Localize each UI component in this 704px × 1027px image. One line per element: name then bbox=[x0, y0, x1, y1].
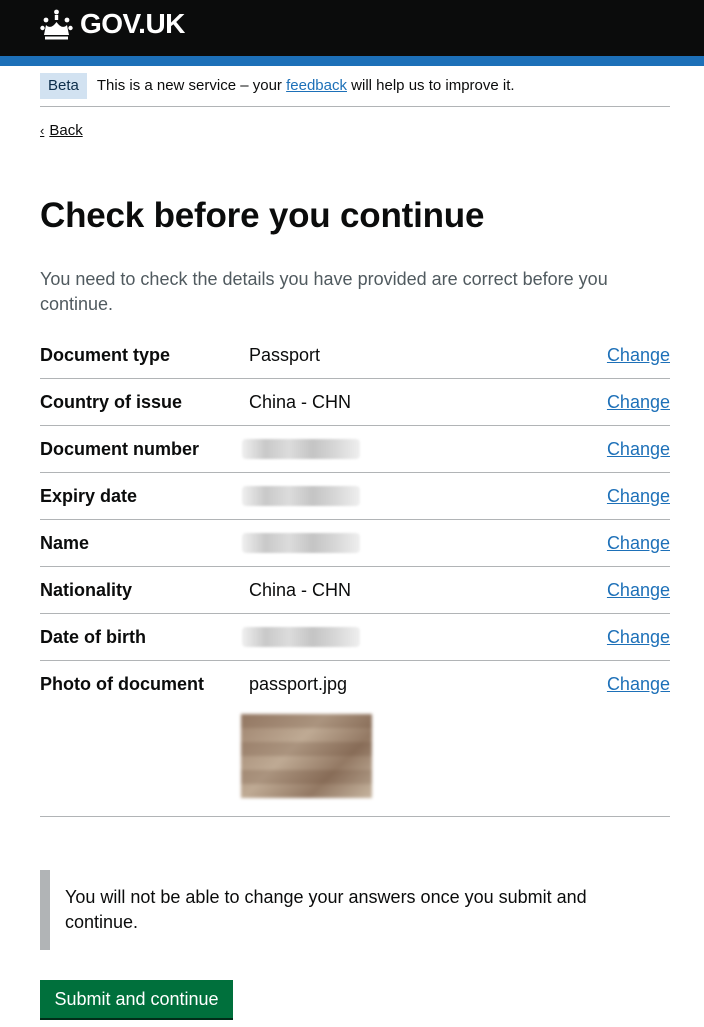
summary-row-document-type: Document type Passport Change bbox=[40, 332, 670, 379]
inset-text-content: You will not be able to change your answ… bbox=[65, 887, 587, 932]
row-value: China - CHN bbox=[249, 580, 352, 600]
row-value: passport.jpg bbox=[249, 674, 348, 694]
row-key: Document type bbox=[40, 345, 171, 365]
row-value: China - CHN bbox=[249, 392, 352, 412]
row-key: Nationality bbox=[40, 580, 133, 600]
summary-row-date-of-birth: Date of birth Change bbox=[40, 614, 670, 661]
intro-text: You need to check the details you have p… bbox=[40, 269, 608, 314]
change-nationality-link[interactable]: Change bbox=[607, 578, 670, 602]
summary-row-nationality: Nationality China - CHN Change bbox=[40, 567, 670, 614]
row-key: Expiry date bbox=[40, 486, 138, 506]
redacted-value bbox=[242, 486, 360, 506]
change-document-type-link[interactable]: Change bbox=[607, 343, 670, 367]
crown-icon bbox=[40, 9, 73, 40]
submit-and-continue-button[interactable]: Submit and continue bbox=[40, 980, 233, 1018]
header-accent-bar bbox=[0, 56, 704, 66]
row-key: Country of issue bbox=[40, 392, 183, 412]
change-country-of-issue-link[interactable]: Change bbox=[607, 390, 670, 414]
row-key: Document number bbox=[40, 439, 200, 459]
change-document-number-link[interactable]: Change bbox=[607, 437, 670, 461]
change-name-link[interactable]: Change bbox=[607, 531, 670, 555]
summary-row-name: Name Change bbox=[40, 520, 670, 567]
change-photo-link[interactable]: Change bbox=[607, 672, 670, 696]
govuk-logo[interactable]: GOV.UK bbox=[40, 7, 185, 41]
phase-banner: Beta This is a new service – your feedba… bbox=[40, 73, 670, 107]
page-title: Check before you continue bbox=[40, 196, 485, 235]
phase-text-after: will help us to improve it. bbox=[347, 77, 515, 94]
row-value: Passport bbox=[249, 345, 321, 365]
summary-row-expiry-date: Expiry date Change bbox=[40, 473, 670, 520]
summary-row-photo-of-document: Photo of document passport.jpg Change bbox=[40, 661, 670, 817]
chevron-left-icon: ‹ bbox=[40, 123, 45, 138]
summary-list: Document type Passport Change Country of… bbox=[40, 332, 670, 817]
summary-row-document-number: Document number Change bbox=[40, 426, 670, 473]
phase-banner-text: This is a new service – your feedback wi… bbox=[97, 73, 515, 99]
back-link-label: Back bbox=[49, 122, 83, 139]
change-date-of-birth-link[interactable]: Change bbox=[607, 625, 670, 649]
logo-text: GOV.UK bbox=[80, 8, 185, 39]
row-key: Name bbox=[40, 533, 90, 553]
redacted-value bbox=[242, 627, 360, 647]
redacted-value bbox=[242, 533, 360, 553]
back-link[interactable]: ‹ Back bbox=[40, 122, 83, 139]
phase-text-before: This is a new service – your bbox=[96, 77, 287, 94]
row-key: Date of birth bbox=[40, 627, 146, 647]
row-key: Photo of document bbox=[40, 674, 204, 694]
redacted-value bbox=[242, 439, 360, 459]
summary-row-country-of-issue: Country of issue China - CHN Change bbox=[40, 379, 670, 426]
inset-text: You will not be able to change your answ… bbox=[40, 870, 610, 950]
document-photo-thumbnail bbox=[241, 714, 372, 798]
change-expiry-date-link[interactable]: Change bbox=[607, 484, 670, 508]
beta-tag: Beta bbox=[40, 73, 87, 99]
site-header: GOV.UK bbox=[0, 0, 704, 56]
feedback-link[interactable]: feedback bbox=[286, 77, 347, 94]
